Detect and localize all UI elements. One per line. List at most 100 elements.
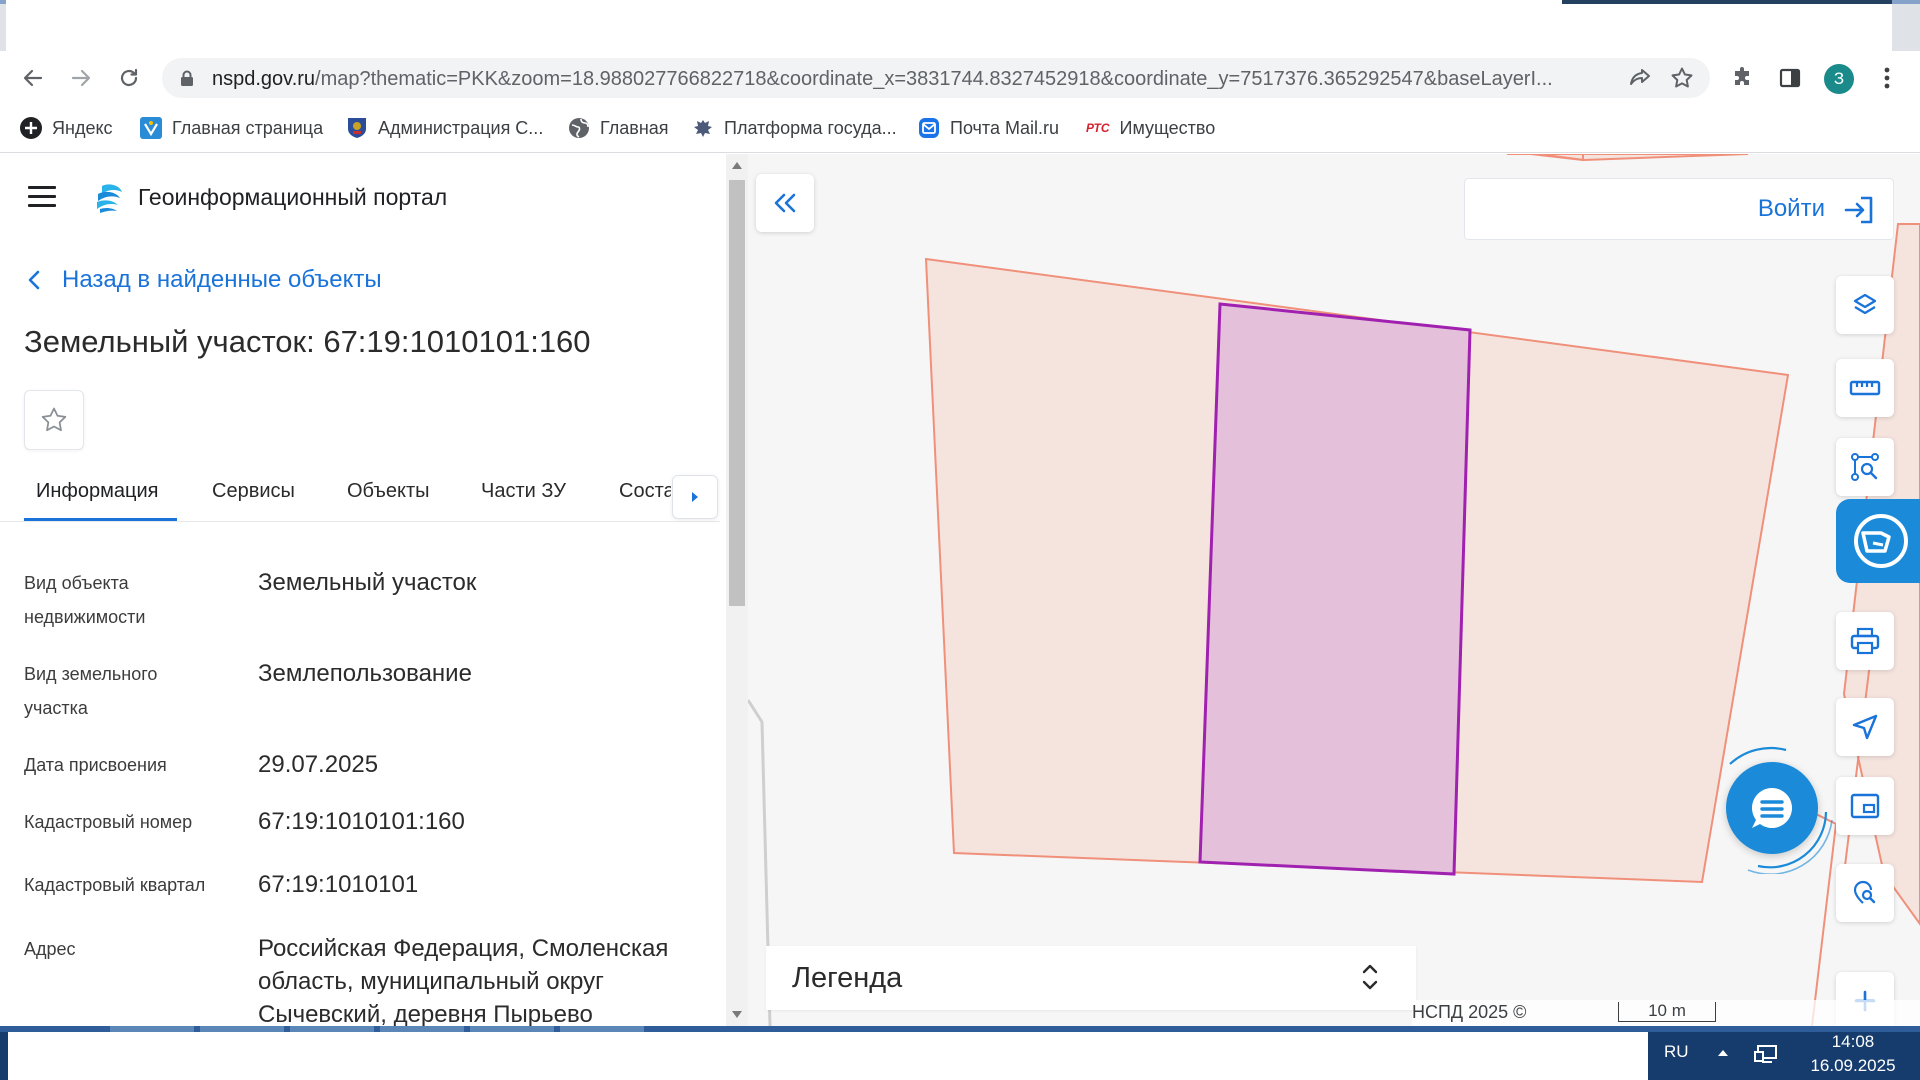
clock-time: 14:08: [1831, 1032, 1875, 1051]
bookmark-yandex[interactable]: Яндекс: [20, 117, 113, 139]
expand-collapse-icon: [1362, 964, 1378, 990]
reload-button[interactable]: [116, 65, 142, 91]
tab-parcel-parts[interactable]: Части ЗУ: [481, 480, 566, 503]
tab-information[interactable]: Информация: [36, 480, 158, 503]
my-location-button[interactable]: [1836, 698, 1894, 756]
map-attribution: НСПД 2025 © 10 m: [1412, 1000, 1920, 1026]
layers-button[interactable]: [1836, 276, 1894, 334]
scroll-up-arrow[interactable]: [732, 162, 742, 169]
printer-icon: [1850, 627, 1880, 655]
rts-badge: РТС: [1086, 121, 1110, 135]
share-icon[interactable]: [1628, 67, 1652, 89]
ruler-icon: [1849, 380, 1881, 396]
url-host: nspd.gov.ru: [212, 68, 316, 90]
bookmark-home[interactable]: Главная: [568, 117, 669, 139]
back-link-label: Назад в найденные объекты: [62, 266, 382, 293]
bookmark-label: Яндекс: [52, 117, 113, 138]
info-label: Кадастровый номер: [24, 812, 193, 832]
chat-button[interactable]: [1726, 762, 1818, 854]
bookmark-label: Почта Mail.ru: [950, 117, 1059, 138]
tab-services[interactable]: Сервисы: [212, 480, 295, 503]
address-bar[interactable]: nspd.gov.ru/map?thematic=PKK&zoom=18.988…: [162, 58, 1710, 98]
tab-objects[interactable]: Объекты: [347, 480, 429, 503]
object-info-panel: Геоинформационный портал Назад в найденн…: [0, 154, 726, 1026]
globe-icon: [568, 117, 590, 139]
chevron-left-icon: [28, 270, 40, 290]
mail-icon: [918, 117, 940, 139]
network-icon[interactable]: [1754, 1044, 1778, 1064]
bookmark-main-page[interactable]: Главная страница: [140, 117, 323, 139]
extensions-button[interactable]: [1730, 65, 1756, 91]
portal-title: Геоинформационный портал: [138, 184, 448, 210]
bookmark-gov-platform[interactable]: Платформа госуда...: [692, 117, 897, 139]
collapse-panel-button[interactable]: [756, 174, 814, 232]
active-tab-indicator: [24, 518, 177, 521]
info-value: 67:19:1010101:160: [258, 808, 465, 835]
more-vert-icon: [1884, 67, 1890, 89]
caret-right-icon: [692, 492, 698, 502]
puzzle-icon: [1735, 67, 1749, 85]
scale-bar: 10 m: [1618, 1002, 1716, 1022]
side-panel-icon: [1779, 68, 1801, 88]
panel-scrollbar[interactable]: [726, 154, 748, 1026]
info-label: Вид земельного участка: [24, 664, 158, 718]
taskbar-window-area: [8, 1032, 1648, 1080]
favorite-button[interactable]: [24, 390, 84, 450]
picture-in-picture-icon: [1850, 793, 1880, 819]
geo-search-button[interactable]: [1836, 864, 1894, 922]
tray-expand-icon[interactable]: [1718, 1050, 1728, 1056]
bookmark-star-icon[interactable]: [1670, 66, 1694, 90]
menu-burger-icon[interactable]: [28, 186, 56, 208]
browser-tab-inactive[interactable]: [1562, 0, 1892, 4]
info-label: Кадастровый квартал: [24, 875, 206, 895]
info-value: 67:19:1010101: [258, 871, 419, 898]
yandex-icon: [20, 117, 42, 139]
lock-icon[interactable]: [180, 70, 194, 87]
back-button[interactable]: [20, 65, 46, 91]
url-text[interactable]: nspd.gov.ru/map?thematic=PKK&zoom=18.988…: [212, 68, 1622, 91]
clock-date: 16.09.2025: [1810, 1056, 1896, 1075]
arrow-left-icon: [23, 69, 43, 87]
ruler-button[interactable]: [1836, 359, 1894, 417]
bookmark-label: Главная страница: [172, 117, 324, 138]
login-button[interactable]: Войти: [1464, 178, 1894, 240]
info-value: Земельный участок: [258, 569, 477, 596]
bookmarks-bar: Яндекс Главная страница Администрация С.…: [0, 105, 1920, 153]
back-to-results-link[interactable]: Назад в найденные объекты: [28, 266, 382, 294]
language-indicator[interactable]: RU: [1664, 1042, 1689, 1062]
bookmark-label: Главная: [600, 117, 669, 138]
area-search-button[interactable]: [1836, 438, 1894, 496]
bookmark-label: Администрация С...: [378, 117, 544, 138]
info-label: Дата присвоения: [24, 755, 167, 775]
portal-logo-icon: [97, 184, 122, 213]
profile-avatar[interactable]: З: [1824, 64, 1854, 94]
login-icon: [1844, 196, 1873, 224]
browser-tab-active[interactable]: [6, 0, 1892, 51]
browser-toolbar: nspd.gov.ru/map?thematic=PKK&zoom=18.988…: [0, 51, 1920, 105]
map-parcels[interactable]: [748, 154, 1920, 1026]
parcel-selected[interactable]: [1198, 302, 1472, 876]
clock[interactable]: 14:08 16.09.2025: [1798, 1030, 1908, 1078]
login-label: Войти: [1757, 195, 1825, 222]
forward-button[interactable]: [68, 65, 94, 91]
browser-tabstrip: [0, 0, 1920, 51]
print-button[interactable]: [1836, 612, 1894, 670]
cadastral-map[interactable]: Войти Легенда НСПД 2025 © 10 m: [748, 154, 1920, 1026]
object-title: Земельный участок: 67:19:1010101:160: [24, 324, 591, 359]
gosuslugi-icon: [140, 117, 162, 139]
bookmark-property[interactable]: РТС Имущество: [1086, 117, 1215, 139]
scroll-down-arrow[interactable]: [732, 1011, 742, 1018]
tab-composition[interactable]: Состав: [619, 480, 671, 503]
navigation-arrow-icon: [1852, 714, 1878, 740]
tabs-scroll-right-button[interactable]: [672, 475, 718, 519]
bookmark-mail[interactable]: Почта Mail.ru: [918, 117, 1059, 139]
browser-menu-button[interactable]: [1874, 65, 1900, 91]
side-panel-button[interactable]: [1777, 65, 1803, 91]
minimap-button[interactable]: [1836, 777, 1894, 835]
bookmark-administration[interactable]: Администрация С...: [346, 117, 543, 139]
scrollbar-thumb[interactable]: [729, 180, 745, 606]
info-value: Российская Федерация, Смоленская область…: [258, 935, 669, 1026]
gosuslugi-button[interactable]: [1836, 499, 1920, 583]
legend-panel[interactable]: Легенда: [766, 946, 1416, 1010]
double-chevron-left-icon: [774, 193, 796, 213]
